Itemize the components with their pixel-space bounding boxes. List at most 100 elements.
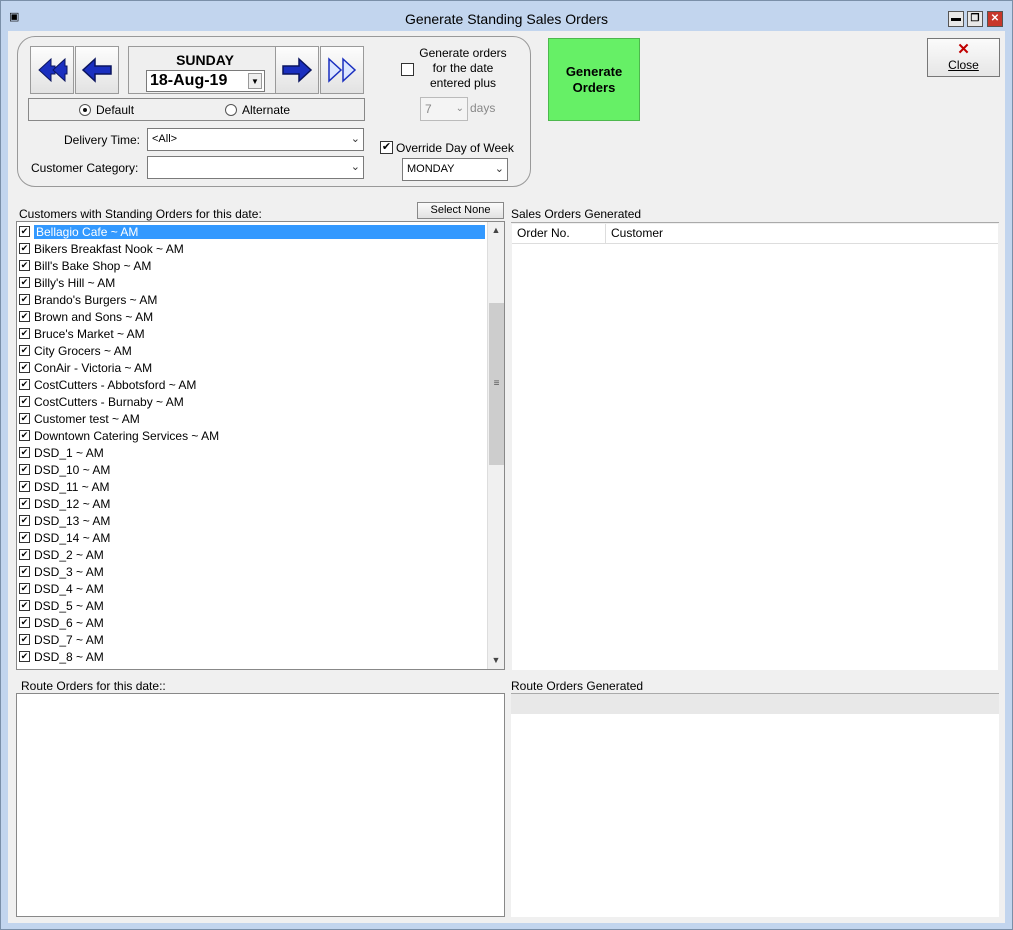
default-radio[interactable]: Default: [79, 103, 134, 117]
delivery-time-select[interactable]: <All> ⌄: [147, 128, 364, 151]
checkmark-icon[interactable]: ✔: [19, 260, 30, 271]
window-title: Generate Standing Sales Orders: [404, 11, 609, 27]
checkmark-icon[interactable]: ✔: [19, 277, 30, 288]
checkmark-icon[interactable]: ✔: [19, 532, 30, 543]
close-button-label: Close: [948, 58, 979, 72]
list-item[interactable]: ✔ DSD_11 ~ AM: [19, 478, 109, 495]
window-close-button[interactable]: ✕: [987, 11, 1003, 27]
radio-selected-icon: [79, 104, 91, 116]
chevron-down-icon: ⌄: [455, 103, 464, 114]
list-item[interactable]: ✔ DSD_7 ~ AM: [19, 631, 104, 648]
list-item[interactable]: ✔ DSD_3 ~ AM: [19, 563, 104, 580]
previous-date-button[interactable]: [75, 46, 119, 94]
override-day-select[interactable]: MONDAY ⌄: [402, 158, 508, 181]
list-item[interactable]: ✔ Downtown Catering Services ~ AM: [19, 427, 219, 444]
customer-list-scrollbar[interactable]: ▲ ≡ ▼: [487, 222, 504, 669]
checkmark-icon[interactable]: ✔: [19, 430, 30, 441]
checkmark-icon[interactable]: ✔: [19, 226, 30, 237]
checkmark-icon[interactable]: ✔: [19, 362, 30, 373]
list-item-label: DSD_11 ~ AM: [34, 479, 110, 494]
list-item[interactable]: ✔ Bill's Bake Shop ~ AM: [19, 257, 151, 274]
checkmark-icon[interactable]: ✔: [19, 566, 30, 577]
checkmark-icon[interactable]: ✔: [19, 481, 30, 492]
checkmark-icon[interactable]: ✔: [19, 243, 30, 254]
checkmark-icon[interactable]: ✔: [19, 345, 30, 356]
customer-category-select[interactable]: ⌄: [147, 156, 364, 179]
list-item[interactable]: ✔ DSD_1 ~ AM: [19, 444, 104, 461]
list-item[interactable]: ✔ DSD_8 ~ AM: [19, 648, 104, 665]
list-item[interactable]: ✔ DSD_6 ~ AM: [19, 614, 104, 631]
minimize-button[interactable]: ▬: [948, 11, 964, 27]
checkmark-icon[interactable]: ✔: [19, 294, 30, 305]
checkmark-icon[interactable]: ✔: [19, 396, 30, 407]
first-date-button[interactable]: [30, 46, 74, 94]
checkmark-icon[interactable]: ✔: [19, 498, 30, 509]
checkmark-icon[interactable]: ✔: [19, 413, 30, 424]
checkmark-icon[interactable]: ✔: [19, 634, 30, 645]
list-item-label: DSD_2 ~ AM: [34, 547, 104, 562]
delivery-time-label: Delivery Time:: [64, 133, 141, 147]
override-day-checkbox[interactable]: ✔: [380, 141, 393, 154]
list-item[interactable]: ✔ Bikers Breakfast Nook ~ AM: [19, 240, 184, 257]
list-item-label: DSD_10 ~ AM: [34, 462, 111, 477]
client-area: SUNDAY 18-Aug-19 ▼ Default Alternate Del…: [8, 31, 1005, 923]
scroll-down-icon[interactable]: ▼: [488, 652, 504, 669]
checkmark-icon[interactable]: ✔: [19, 651, 30, 662]
date-field[interactable]: 18-Aug-19 ▼: [146, 70, 265, 92]
list-item[interactable]: ✔ DSD_13 ~ AM: [19, 512, 110, 529]
checkmark-icon[interactable]: ✔: [19, 447, 30, 458]
checkmark-icon[interactable]: ✔: [19, 379, 30, 390]
list-item[interactable]: ✔ CostCutters - Abbotsford ~ AM: [19, 376, 196, 393]
select-none-button[interactable]: Select None: [417, 202, 504, 219]
list-item-label: Brando's Burgers ~ AM: [34, 292, 158, 307]
order-no-column[interactable]: Order No.: [512, 224, 606, 244]
route-generated-header: [511, 694, 999, 714]
checkmark-icon[interactable]: ✔: [19, 583, 30, 594]
list-item[interactable]: ✔ DSD_5 ~ AM: [19, 597, 104, 614]
list-item[interactable]: ✔ CostCutters - Burnaby ~ AM: [19, 393, 184, 410]
checkmark-icon[interactable]: ✔: [19, 328, 30, 339]
radio-unselected-icon: [225, 104, 237, 116]
list-item[interactable]: ✔ ConAir - Victoria ~ AM: [19, 359, 152, 376]
list-item[interactable]: ✔ Brando's Burgers ~ AM: [19, 291, 157, 308]
chevron-down-icon: ⌄: [350, 161, 360, 173]
list-item[interactable]: ✔ Customer test ~ AM: [19, 410, 140, 427]
alternate-radio[interactable]: Alternate: [225, 103, 290, 117]
checkmark-icon[interactable]: ✔: [19, 617, 30, 628]
list-item[interactable]: ✔ City Grocers ~ AM: [19, 342, 132, 359]
list-item[interactable]: ✔ DSD_14 ~ AM: [19, 529, 110, 546]
next-date-button[interactable]: [275, 46, 319, 94]
chevron-down-icon[interactable]: ▼: [248, 73, 262, 89]
alternate-radio-label: Alternate: [242, 103, 291, 117]
scroll-thumb[interactable]: ≡: [489, 303, 504, 465]
checkmark-icon[interactable]: ✔: [19, 600, 30, 611]
list-item-label: Billy's Hill ~ AM: [34, 275, 116, 290]
maximize-button[interactable]: ❐: [967, 11, 983, 27]
plus-days-spinner[interactable]: 7 ⌄: [420, 97, 468, 121]
list-item-label: Brown and Sons ~ AM: [34, 309, 154, 324]
list-item[interactable]: ✔ Bellagio Cafe ~ AM: [19, 223, 485, 240]
checkmark-icon[interactable]: ✔: [19, 549, 30, 560]
list-item[interactable]: ✔ Billy's Hill ~ AM: [19, 274, 115, 291]
close-icon: ✕: [957, 41, 970, 58]
customer-column[interactable]: Customer: [606, 224, 998, 244]
list-item[interactable]: ✔ DSD_12 ~ AM: [19, 495, 110, 512]
list-item[interactable]: ✔ Bruce's Market ~ AM: [19, 325, 145, 342]
date-value: 18-Aug-19: [150, 72, 228, 89]
list-item[interactable]: ✔ Brown and Sons ~ AM: [19, 308, 153, 325]
generate-plus-checkbox[interactable]: [401, 63, 414, 76]
list-item[interactable]: ✔ DSD_2 ~ AM: [19, 546, 104, 563]
close-button[interactable]: ✕ Close: [927, 38, 1000, 77]
checkmark-icon[interactable]: ✔: [19, 515, 30, 526]
sales-orders-body: [512, 244, 998, 670]
checkmark-icon[interactable]: ✔: [19, 464, 30, 475]
last-date-button[interactable]: [320, 46, 364, 94]
list-item-label: City Grocers ~ AM: [34, 343, 132, 358]
list-item[interactable]: ✔ DSD_4 ~ AM: [19, 580, 104, 597]
chevron-down-icon: ⌄: [350, 133, 360, 145]
list-item-label: DSD_14 ~ AM: [34, 530, 111, 545]
list-item[interactable]: ✔ DSD_10 ~ AM: [19, 461, 110, 478]
checkmark-icon[interactable]: ✔: [19, 311, 30, 322]
scroll-up-icon[interactable]: ▲: [488, 222, 504, 239]
generate-orders-button[interactable]: Generate Orders: [548, 38, 640, 121]
